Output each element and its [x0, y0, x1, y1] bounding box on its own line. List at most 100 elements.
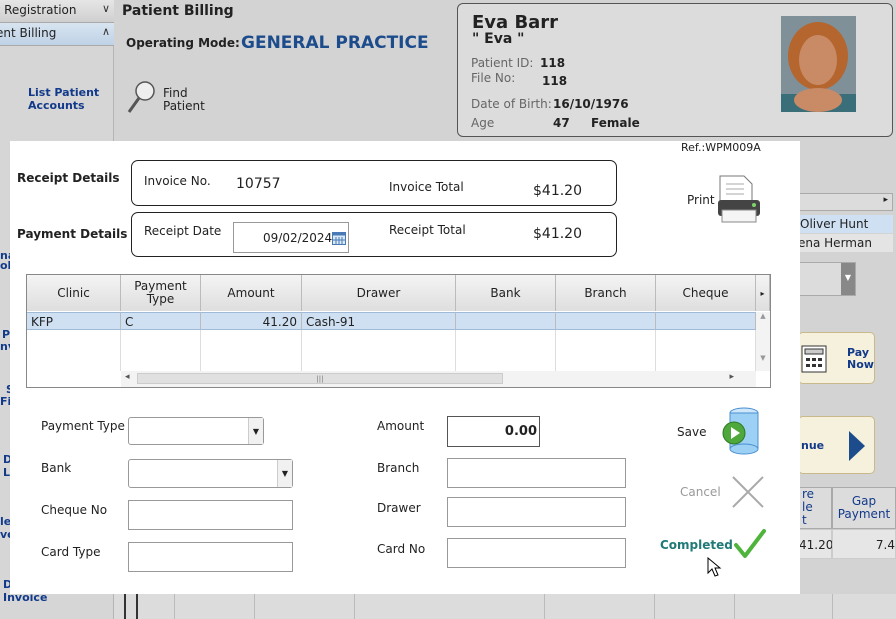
table-cell-drawer[interactable]: Cash-91: [302, 312, 456, 330]
branch-field[interactable]: [447, 458, 626, 488]
column-header-payment-type[interactable]: Payment Type: [121, 275, 201, 311]
card-no-label: Card No: [377, 542, 426, 556]
cancel-button[interactable]: Cancel: [660, 474, 770, 514]
table-cell-amount[interactable]: 41.20: [201, 312, 302, 330]
sex-value: Female: [591, 116, 640, 130]
patient-id: 118: [540, 56, 566, 70]
pay-now-label-2: Now: [847, 358, 874, 371]
bank-select[interactable]: ▼: [128, 459, 293, 488]
payments-table: Clinic Payment Type Amount Drawer Bank B…: [26, 274, 771, 388]
dob-value: 16/10/1976: [553, 97, 629, 111]
table-empty-cell: [556, 330, 656, 371]
printer-icon[interactable]: [714, 174, 764, 226]
age-value: 47: [553, 116, 570, 130]
chevron-down-icon: ▼: [248, 418, 263, 444]
patient-name: Eva Barr: [472, 12, 559, 33]
receipt-date-label: Receipt Date: [144, 224, 222, 238]
payment-details-heading: Payment Details: [17, 227, 128, 241]
drawer-label: Drawer: [377, 501, 421, 515]
sidebar-section-registration[interactable]: nt Registration ∨: [0, 0, 114, 23]
table-empty-cell: [27, 330, 121, 371]
table-cell-clinic[interactable]: KFP: [27, 312, 121, 330]
page-title: Patient Billing: [122, 3, 234, 19]
age-label: Age: [471, 116, 495, 130]
bg-cell: 41.20: [798, 529, 833, 559]
column-header-bank[interactable]: Bank: [456, 275, 556, 311]
bg-dropdown[interactable]: ▼: [798, 262, 856, 296]
sidebar-section-label: tient Billing: [0, 26, 57, 40]
mouse-cursor-icon: [707, 557, 722, 577]
column-header-clinic[interactable]: Clinic: [27, 275, 121, 311]
horizontal-scrollbar[interactable]: ◂ ||| ▸: [121, 371, 756, 387]
table-cell-bank[interactable]: [456, 312, 556, 330]
close-icon: [732, 476, 764, 508]
arrow-right-icon: [849, 431, 865, 461]
table-cell-branch[interactable]: [556, 312, 656, 330]
save-label: Save: [677, 425, 707, 439]
chevron-down-icon: ▼: [277, 460, 292, 487]
scrollbar-thumb[interactable]: |||: [137, 373, 503, 384]
branch-label: Branch: [377, 461, 420, 475]
column-header-amount[interactable]: Amount: [201, 275, 302, 311]
table-empty-cell: [121, 330, 201, 371]
sidebar-section-label: nt Registration: [0, 3, 77, 17]
receipt-box: Receipt Date 09/02/2024 Receipt Total $4…: [131, 212, 617, 257]
gap-payment-cell: 7.4: [832, 529, 896, 559]
file-no: 118: [542, 74, 568, 88]
column-header-cheque[interactable]: Cheque: [656, 275, 756, 311]
sidebar-link-list-accounts[interactable]: List Patient Accounts: [28, 86, 108, 112]
print-label: Print: [687, 193, 715, 207]
save-button[interactable]: Save: [660, 405, 770, 455]
bank-label: Bank: [41, 461, 72, 475]
calendar-icon[interactable]: [332, 231, 346, 245]
drawer-field[interactable]: [447, 497, 626, 527]
chevron-down-icon: ▼: [841, 263, 855, 295]
magnifier-icon: [127, 81, 155, 113]
continue-label: nue: [801, 439, 825, 452]
file-no-label: File No:: [471, 71, 516, 85]
patient-nickname: " Eva ": [472, 31, 525, 47]
table-empty-cell: [201, 330, 302, 371]
receipt-date-field[interactable]: 09/02/2024: [233, 222, 349, 253]
receipt-details-heading: Receipt Details: [17, 171, 120, 185]
card-type-label: Card Type: [41, 545, 101, 559]
chevron-down-icon: ∨: [101, 2, 110, 15]
find-patient-label: Find Patient: [163, 86, 205, 113]
invoice-total: $41.20: [533, 183, 582, 199]
patient-photo: [781, 16, 856, 112]
bg-bottom-grid: [114, 594, 896, 619]
payment-type-select[interactable]: ▼: [128, 417, 264, 445]
column-header-branch[interactable]: Branch: [556, 275, 656, 311]
bg-list-item[interactable]: Oliver Hunt: [798, 215, 893, 233]
invoice-total-label: Invoice Total: [389, 180, 464, 194]
scroll-right-icon[interactable]: ▸: [756, 275, 770, 311]
ref-code: Ref.:WPM009A: [681, 141, 761, 154]
cheque-no-field[interactable]: [128, 500, 293, 530]
column-header-drawer[interactable]: Drawer: [302, 275, 456, 311]
card-no-field[interactable]: [447, 538, 626, 568]
table-cell-cheque[interactable]: [656, 312, 756, 330]
table-cell-type[interactable]: C: [121, 312, 201, 330]
pay-now-button[interactable]: Pay Now: [798, 332, 875, 384]
operating-mode-label: Operating Mode:: [126, 36, 240, 50]
invoice-no: 10757: [236, 176, 281, 192]
amount-field[interactable]: 0.00: [447, 416, 540, 447]
patient-photo-image: [781, 16, 856, 112]
receipt-date-value: 09/02/2024: [263, 231, 333, 245]
continue-button[interactable]: nue: [798, 416, 875, 474]
receipt-dialog: Ref.:WPM009A Receipt Details Payment Det…: [10, 141, 800, 594]
sidebar-section-billing[interactable]: tient Billing ∧: [0, 23, 114, 46]
vertical-scrollbar[interactable]: ▲ ▼: [756, 312, 770, 371]
scroll-left-icon[interactable]: ◂: [125, 372, 130, 382]
patient-card: Eva Barr " Eva " Patient ID: 118 File No…: [457, 3, 893, 137]
bg-column-header: re le t: [798, 487, 832, 529]
amount-label: Amount: [377, 419, 425, 433]
patient-id-label: Patient ID:: [471, 56, 534, 70]
bg-list-item[interactable]: ena Herman: [798, 234, 893, 252]
card-type-field[interactable]: [128, 542, 293, 572]
find-patient-button[interactable]: Find Patient: [127, 80, 205, 117]
chevron-up-icon: ∧: [101, 25, 110, 38]
scroll-right-icon[interactable]: ▸: [729, 372, 734, 382]
invoice-box: Invoice No. 10757 Invoice Total $41.20: [131, 160, 617, 206]
invoice-no-label: Invoice No.: [144, 174, 211, 188]
